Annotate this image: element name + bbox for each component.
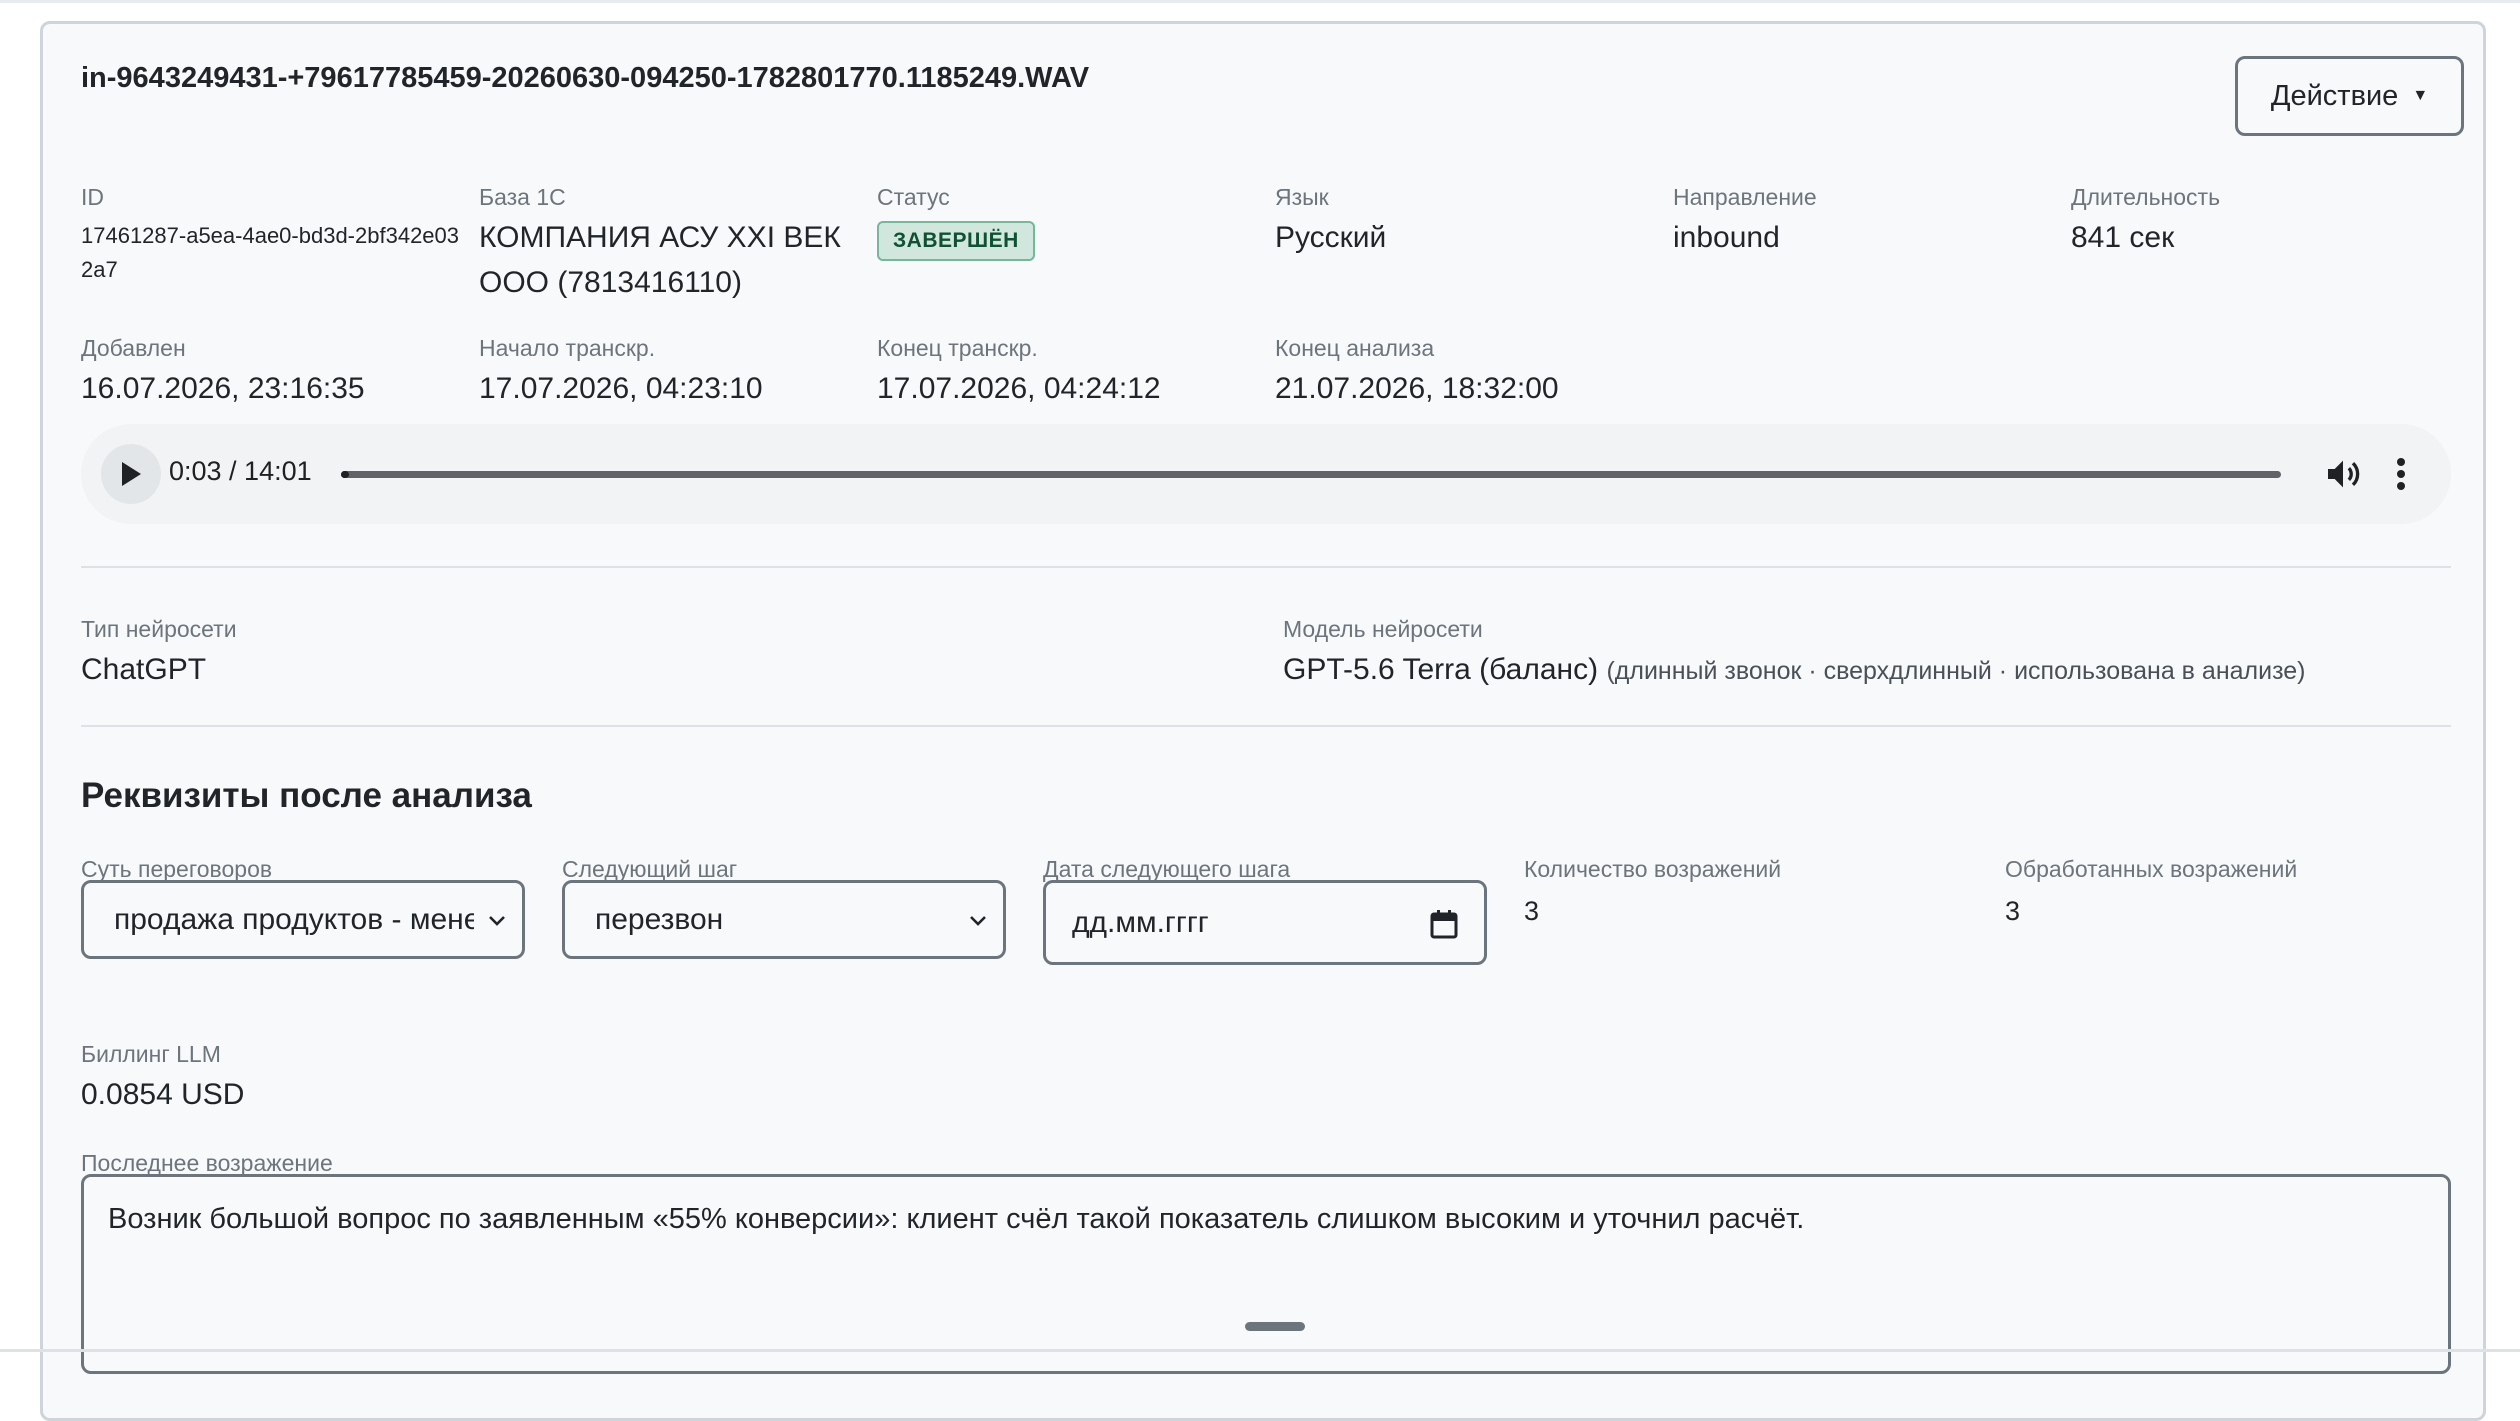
play-icon — [122, 462, 141, 486]
field-status: Статус ЗАВЕРШЁН — [877, 184, 1257, 261]
direction-value: inbound — [1673, 221, 1780, 254]
last-objection-textarea[interactable]: Возник большой вопрос по заявленным «55%… — [81, 1174, 2451, 1374]
field-transcription-end: Конец транскр. 17.07.2026, 04:24:12 — [877, 335, 1257, 411]
analysis-end-value: 21.07.2026, 18:32:00 — [1275, 372, 1559, 405]
ai-type-value: ChatGPT — [81, 653, 207, 686]
transcription-end-value: 17.07.2026, 04:24:12 — [877, 372, 1161, 405]
last-objection-text: Возник большой вопрос по заявленным «55%… — [108, 1203, 1805, 1235]
field-added: Добавлен 16.07.2026, 23:16:35 — [81, 335, 461, 411]
language-value: Русский — [1275, 221, 1387, 254]
resize-grip-icon[interactable] — [1245, 1322, 1305, 1331]
handled-label: Обработанных возражений — [2005, 856, 2298, 882]
ai-model-hint: (длинный звонок · сверхдлинный · использ… — [1606, 657, 2306, 685]
more-vertical-icon — [2397, 458, 2405, 490]
divider — [81, 566, 2451, 568]
next-date-placeholder: дд.мм.гггг — [1072, 905, 1209, 939]
objections-value: 3 — [1524, 896, 1540, 926]
essence-selected-value: продажа продуктов - менеджер — [114, 902, 474, 936]
ai-model-value: GPT-5.6 Terra (баланс) — [1283, 653, 1599, 686]
field-handled-objections: Обработанных возражений 3 — [2005, 856, 2451, 934]
ai-model: GPT-5.6 Terra (баланс) (длинный звонок ·… — [1283, 647, 2451, 694]
handled-value: 3 — [2005, 896, 2021, 926]
action-dropdown-button[interactable]: Действие ▼ — [2235, 56, 2464, 136]
transcription-start-value: 17.07.2026, 04:23:10 — [479, 372, 763, 405]
field-ai-model: Модель нейросети GPT-5.6 Terra (баланс) … — [1283, 616, 2451, 694]
next-step-select[interactable]: перезвон — [562, 880, 1006, 959]
essence-select[interactable]: продажа продуктов - менеджер — [81, 880, 525, 959]
chevron-down-icon — [489, 916, 505, 926]
field-transcription-start: Начало транскр. 17.07.2026, 04:23:10 — [479, 335, 859, 411]
field-id: ID 17461287-a5ea-4ae0-bd3d-2bf342e032a7 — [81, 184, 461, 287]
duration-label: Длительность — [2071, 184, 2221, 210]
call-detail-card: in-9643249431-+79617785459-20260630-0942… — [40, 21, 2486, 1421]
audio-seek-progress — [341, 471, 349, 478]
audio-player: 0:03 / 14:01 — [81, 424, 2451, 524]
caret-down-icon: ▼ — [2412, 87, 2429, 104]
last-objection-label: Последнее возражение — [81, 1150, 333, 1176]
billing-label: Биллинг LLM — [81, 1041, 221, 1067]
next-date-input[interactable]: дд.мм.гггг — [1043, 880, 1487, 965]
top-divider — [0, 0, 2520, 3]
status-badge: ЗАВЕРШЁН — [877, 221, 1035, 261]
next-step-selected-value: перезвон — [595, 902, 724, 936]
field-ai-type: Тип нейросети ChatGPT — [81, 616, 1181, 692]
next-step-label: Следующий шаг — [562, 856, 738, 882]
field-language: Язык Русский — [1275, 184, 1655, 260]
added-label: Добавлен — [81, 335, 186, 361]
file-title: in-9643249431-+79617785459-20260630-0942… — [81, 62, 1090, 94]
transcription-end-label: Конец транскр. — [877, 335, 1038, 361]
ai-type-label: Тип нейросети — [81, 616, 237, 642]
chevron-down-icon — [970, 916, 986, 926]
field-analysis-end: Конец анализа 21.07.2026, 18:32:00 — [1275, 335, 1655, 411]
direction-label: Направление — [1673, 184, 1817, 210]
audio-time: 0:03 / 14:01 — [169, 456, 312, 486]
field-duration: Длительность 841 сек — [2071, 184, 2451, 260]
language-label: Язык — [1275, 184, 1329, 210]
essence-label: Суть переговоров — [81, 856, 273, 882]
calendar-icon[interactable] — [1430, 909, 1458, 939]
more-options-button[interactable] — [2381, 454, 2421, 494]
field-base: База 1С КОМПАНИЯ АСУ XXI ВЕК ООО (781341… — [479, 184, 859, 305]
play-button[interactable] — [101, 444, 161, 504]
transcription-start-label: Начало транскр. — [479, 335, 656, 361]
field-objections-count: Количество возражений 3 — [1524, 856, 1984, 934]
audio-seek-bar[interactable] — [341, 471, 2281, 478]
field-billing: Биллинг LLM 0.0854 USD — [81, 1041, 681, 1117]
status-label: Статус — [877, 184, 950, 210]
id-value: 17461287-a5ea-4ae0-bd3d-2bf342e032a7 — [81, 223, 460, 282]
section-title: Реквизиты после анализа — [81, 776, 532, 815]
divider — [81, 725, 2451, 727]
volume-icon — [2328, 460, 2360, 488]
analysis-end-label: Конец анализа — [1275, 335, 1435, 361]
base-label: База 1С — [479, 184, 566, 210]
duration-value: 841 сек — [2071, 221, 2175, 254]
id-label: ID — [81, 184, 104, 210]
added-value: 16.07.2026, 23:16:35 — [81, 372, 365, 405]
billing-value: 0.0854 USD — [81, 1078, 245, 1111]
field-direction: Направление inbound — [1673, 184, 2053, 260]
volume-button[interactable] — [2323, 454, 2363, 494]
next-date-label: Дата следующего шага — [1043, 856, 1291, 882]
base-value: КОМПАНИЯ АСУ XXI ВЕК ООО (7813416110) — [479, 221, 841, 299]
ai-model-label: Модель нейросети — [1283, 616, 1483, 642]
objections-label: Количество возражений — [1524, 856, 1782, 882]
action-button-label: Действие — [2270, 79, 2399, 112]
